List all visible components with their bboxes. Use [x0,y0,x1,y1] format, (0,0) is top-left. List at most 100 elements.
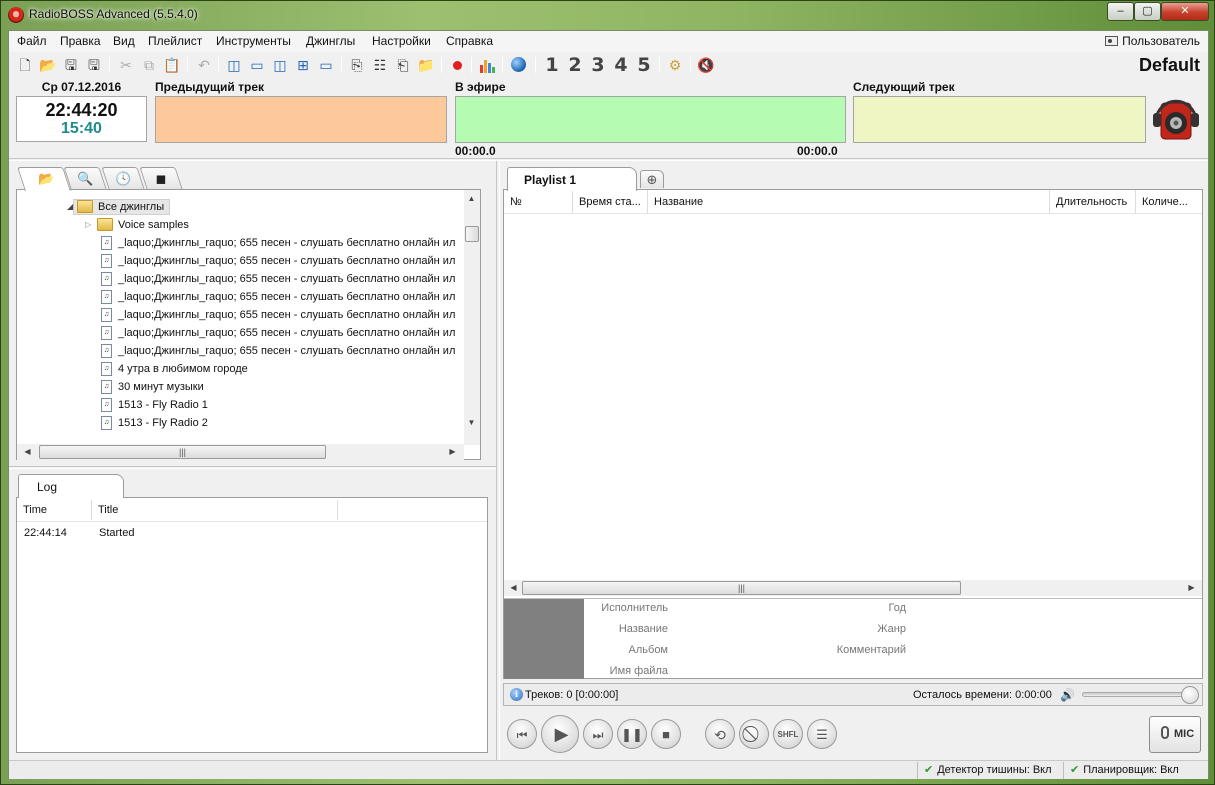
scheduler-status[interactable]: ✔ Планировщик: Вкл [1063,762,1187,779]
user-menu[interactable]: Пользователь [1105,34,1200,48]
pause-button[interactable]: ❚❚ [617,719,647,749]
scroll-left-arrow-icon[interactable]: ◀ [20,447,35,456]
tree-horizontal-scrollbar[interactable]: ◀ ||| ▶ [17,444,464,460]
layout-3-icon[interactable]: ◫ [271,56,289,74]
left-pane-splitter[interactable] [9,466,497,469]
tree-file[interactable]: ♫ _laquo;Джинглы_raquo; 655 песен - слуша… [17,288,464,306]
scroll-down-arrow-icon[interactable]: ▼ [464,418,479,427]
paste-icon[interactable]: 📋 [163,56,181,74]
scroll-right-arrow-icon[interactable]: ▶ [445,447,460,456]
column-number[interactable]: № [504,190,573,214]
globe-icon[interactable] [511,57,526,72]
new-file-icon[interactable]: 🗋 [16,56,34,74]
tree-file[interactable]: ♫ _laquo;Джинглы_raquo; 655 песен - слуша… [17,306,464,324]
stop-button[interactable]: ■ [651,719,681,749]
tree-file[interactable]: ♫ 1513 - Fly Radio 1 [17,396,464,414]
center-splitter[interactable] [496,161,500,761]
tree-file[interactable]: ♫ _laquo;Джинглы_raquo; 655 песен - слуша… [17,342,464,360]
scroll-up-arrow-icon[interactable]: ▲ [464,194,479,203]
layout-2-icon[interactable]: ▭ [248,56,266,74]
tree-file[interactable]: ♫ 1513 - Fly Radio 2 [17,414,464,430]
horizontal-splitter[interactable] [9,158,1208,161]
scroll-thumb[interactable]: ||| [522,581,961,595]
title-bar[interactable]: RadioBOSS Advanced (5.5.4.0) ‒ ▢ ✕ [1,1,1214,30]
speaker-icon[interactable] [1151,93,1199,143]
playlist-generator-icon[interactable]: ☷ [371,56,389,74]
scroll-left-arrow-icon[interactable]: ◀ [506,583,521,592]
tree-file[interactable]: ♫ _laquo;Джинглы_raquo; 655 песен - слуша… [17,270,464,288]
column-start-time[interactable]: Время ста... [573,190,648,214]
play-button[interactable]: ▶ [541,715,579,753]
layout-1-icon[interactable]: ◫ [225,56,243,74]
scroll-thumb[interactable] [465,226,479,242]
previous-track-box[interactable] [155,96,447,143]
playlist-mode-button[interactable]: ☰ [807,719,837,749]
menu-help[interactable]: Справка [446,34,493,48]
collapse-arrow-icon[interactable]: ◢ [67,198,73,216]
copy-icon[interactable]: ⧉ [140,56,158,74]
menu-view[interactable]: Вид [113,34,135,48]
tree-file[interactable]: ♫ 30 минут музыки [17,378,464,396]
tree-file-label: 30 минут музыки [118,381,204,393]
scroll-right-arrow-icon[interactable]: ▶ [1184,583,1199,592]
record-icon[interactable] [453,61,462,70]
playlist-1-button[interactable]: 1 [543,56,561,75]
loop-button[interactable]: ⟲ [705,719,735,749]
next-button[interactable]: ⏭ [583,719,613,749]
menu-settings[interactable]: Настройки [372,34,431,48]
mic-button[interactable]: MIC [1149,716,1201,753]
column-duration[interactable]: Длительность [1050,190,1136,214]
tracktool-icon[interactable]: ⎘ [348,56,366,74]
column-count[interactable]: Количе... [1136,190,1202,214]
layout-4-icon[interactable]: ⊞ [294,56,312,74]
add-playlist-tab-button[interactable]: ⊕ [640,170,664,188]
previous-button[interactable]: ⏮ [507,719,537,749]
tag-editor-icon[interactable]: ⎗ [394,56,412,74]
maximize-button[interactable]: ▢ [1134,2,1161,21]
mute-icon[interactable]: 🔇 [697,56,715,74]
menu-playlist[interactable]: Плейлист [148,34,202,48]
log-column-title[interactable]: Title [92,500,338,520]
close-button[interactable]: ✕ [1161,2,1209,21]
playlist-horizontal-scrollbar[interactable]: ◀ ||| ▶ [504,580,1202,596]
playlist-3-button[interactable]: 3 [589,56,607,75]
playlist-4-button[interactable]: 4 [612,56,630,75]
column-title[interactable]: Название [648,190,1050,214]
tree-file[interactable]: ♫ _laquo;Джинглы_raquo; 655 песен - слуша… [17,234,464,252]
minimize-button[interactable]: ‒ [1107,2,1134,21]
tree-file[interactable]: ♫ 4 утра в любимом городе [17,360,464,378]
playlist-2-button[interactable]: 2 [566,56,584,75]
folder-tool-icon[interactable]: 📁 [417,56,435,74]
playlist-5-button[interactable]: 5 [635,56,653,75]
open-folder-icon[interactable]: 📂 [39,56,57,74]
save-as-icon[interactable]: 🖫 [85,56,103,74]
save-icon[interactable]: 🖫 [62,56,80,74]
on-air-box[interactable] [455,96,846,143]
menu-edit[interactable]: Правка [60,34,101,48]
tree-row-folder[interactable]: ▷ Voice samples [17,216,464,234]
settings-gear-icon[interactable]: ⚙ [666,56,684,74]
disable-button[interactable]: ⃠ [739,719,769,749]
silence-detector-status[interactable]: ✔ Детектор тишины: Вкл [917,762,1063,779]
cut-icon[interactable]: ✂ [117,56,135,74]
menu-file[interactable]: Файл [17,34,47,48]
tree-vertical-scrollbar[interactable]: ▲ ▼ [464,190,480,445]
volume-icon[interactable]: 🔊 [1060,688,1075,702]
tree-file[interactable]: ♫ _laquo;Джинглы_raquo; 655 песен - слуша… [17,252,464,270]
tree-row-root[interactable]: ◢ Все джинглы [17,198,464,216]
menu-tools[interactable]: Инструменты [216,34,291,48]
layout-5-icon[interactable]: ▭ [317,56,335,74]
log-column-time[interactable]: Time [17,500,92,520]
expand-arrow-icon[interactable]: ▷ [85,216,91,234]
next-track-box[interactable] [853,96,1146,143]
scroll-thumb[interactable]: ||| [39,445,326,459]
undo-icon[interactable]: ↶ [195,56,213,74]
tab-log[interactable]: Log [18,474,124,498]
shuffle-button[interactable]: SHFL [773,719,803,749]
tree-file[interactable]: ♫ _laquo;Джинглы_raquo; 655 песен - слуша… [17,324,464,342]
tab-playlist-1[interactable]: Playlist 1 [507,167,637,191]
menu-jingles[interactable]: Джинглы [306,34,355,48]
volume-slider[interactable] [1082,692,1190,697]
statistics-chart-icon[interactable] [480,59,496,73]
volume-knob[interactable] [1181,686,1199,704]
